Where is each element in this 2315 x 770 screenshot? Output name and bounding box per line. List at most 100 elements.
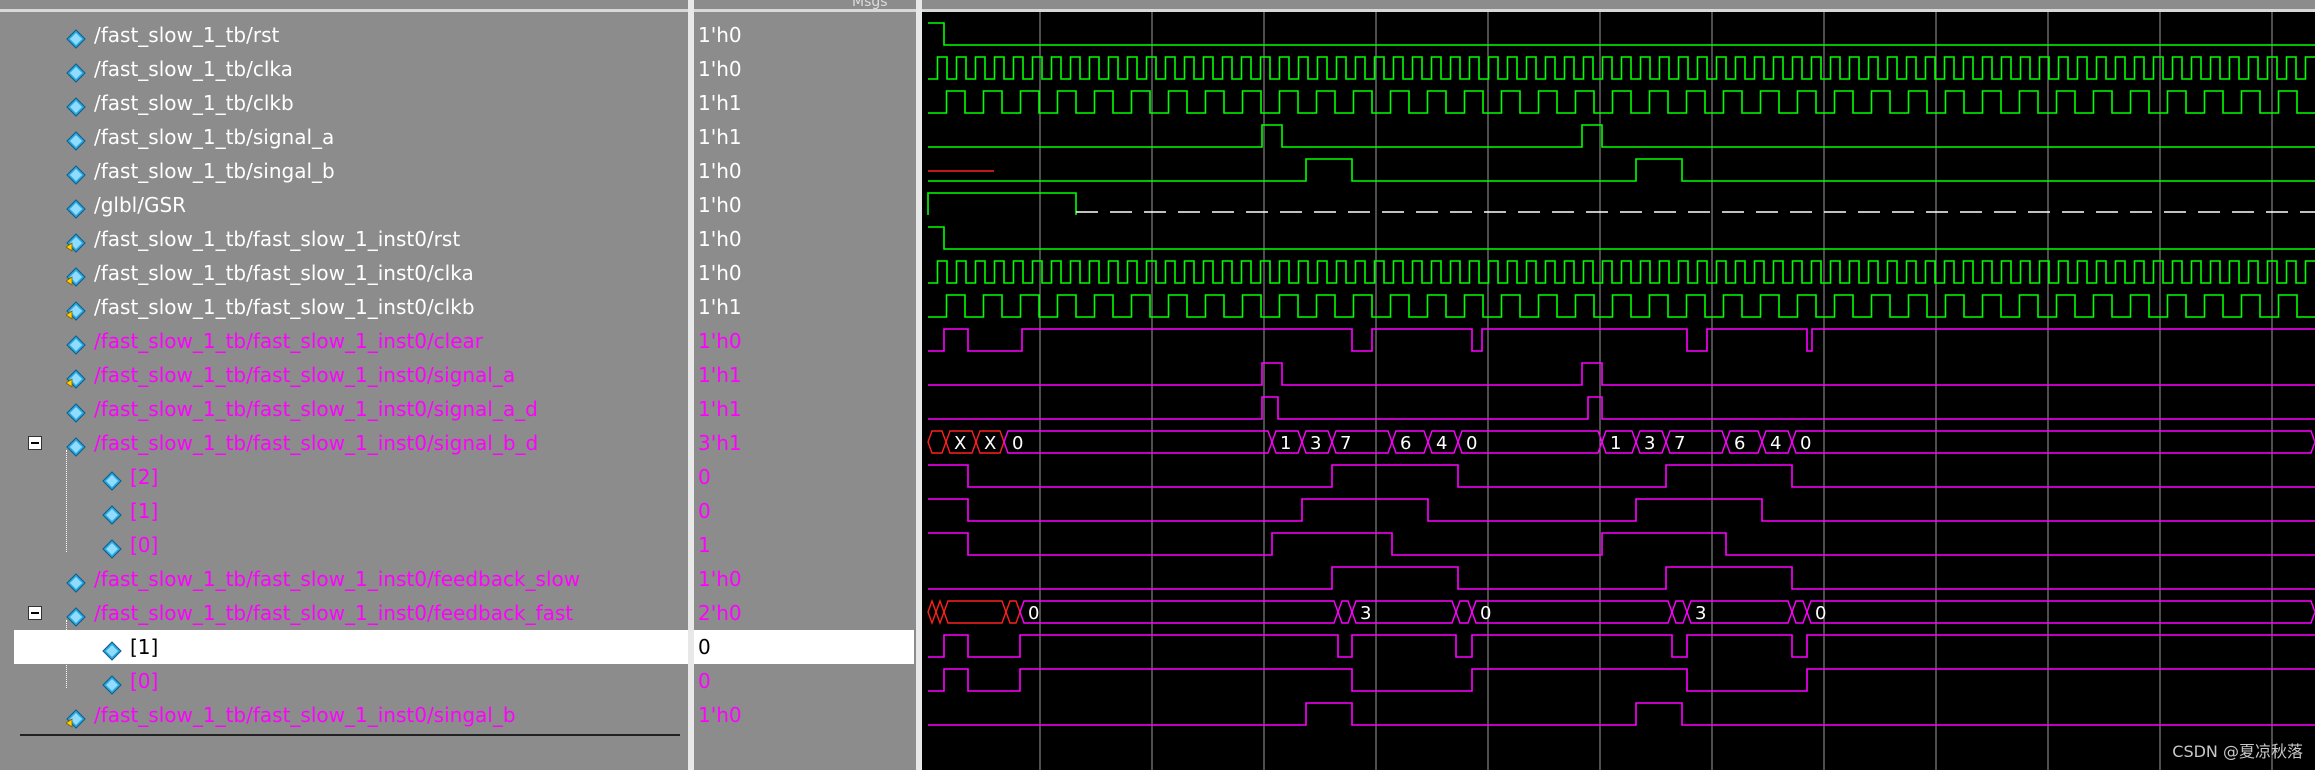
input-signal-icon	[66, 161, 86, 185]
input-signal-icon	[66, 603, 86, 627]
bus-value-label: 0	[1028, 603, 1039, 624]
signal-value: 0	[698, 499, 711, 523]
input-signal-icon	[102, 637, 122, 661]
bus-segment	[1471, 600, 1673, 624]
input-signal-icon	[66, 59, 86, 83]
signal-row[interactable]: /fast_slow_1_tb/fast_slow_1_inst0/clkb	[14, 290, 688, 324]
signal-name-pane[interactable]: /fast_slow_1_tb/rst/fast_slow_1_tb/clka /…	[0, 14, 688, 770]
bus-segment	[943, 600, 1007, 624]
signal-name-label: /fast_slow_1_tb/fast_slow_1_inst0/feedba…	[94, 601, 574, 625]
bus-segment	[935, 598, 945, 626]
signal-value: 1'h0	[698, 261, 742, 285]
signal-row[interactable]: /fast_slow_1_tb/fast_slow_1_inst0/feedba…	[14, 562, 688, 596]
signal-name-label: /fast_slow_1_tb/fast_slow_1_inst0/clear	[94, 329, 484, 353]
signal-value: 1'h0	[698, 329, 742, 353]
clock-waveform	[928, 90, 2315, 114]
clock-waveform	[928, 294, 2315, 318]
bus-value-label: 0	[1480, 603, 1491, 624]
signal-row[interactable]: [0]	[14, 528, 688, 562]
signal-row[interactable]: /fast_slow_1_tb/fast_slow_1_inst0/rst	[14, 222, 688, 256]
signal-value: 1'h1	[698, 91, 742, 115]
signal-value: 1'h1	[698, 295, 742, 319]
signal-name-label: /fast_slow_1_tb/fast_slow_1_inst0/clkb	[94, 295, 475, 319]
bus-value-label: 0	[1815, 603, 1826, 624]
tree-connector	[66, 450, 67, 552]
waveform-pane[interactable]: XX013764013764003030	[922, 12, 2315, 770]
signal-value: 1'h0	[698, 703, 742, 727]
bus-segment	[927, 430, 947, 454]
bus-segment	[927, 598, 937, 626]
signal-row[interactable]: /fast_slow_1_tb/fast_slow_1_inst0/signal…	[14, 358, 688, 392]
signal-waveform	[928, 634, 2315, 658]
bus-value-label: 0	[1012, 433, 1023, 454]
signal-waveform	[928, 464, 2315, 488]
bus-value-label: 6	[1734, 433, 1745, 454]
port-signal-icon	[65, 365, 86, 389]
signal-value: 1'h0	[698, 567, 742, 591]
value-column-header: Msgs	[852, 0, 888, 10]
signal-waveform	[928, 532, 2315, 556]
input-signal-icon	[102, 501, 122, 525]
signal-row[interactable]: [2]	[14, 460, 688, 494]
signal-name-label: /fast_slow_1_tb/fast_slow_1_inst0/signal…	[94, 431, 539, 455]
input-signal-icon	[66, 93, 86, 117]
signal-row[interactable]: /fast_slow_1_tb/clka	[14, 52, 688, 86]
input-signal-icon	[66, 25, 86, 49]
bus-value-label: X	[954, 433, 966, 454]
signal-name-label: /fast_slow_1_tb/clkb	[94, 91, 294, 115]
input-signal-icon	[66, 433, 86, 457]
signal-row[interactable]: /fast_slow_1_tb/fast_slow_1_inst0/feedba…	[14, 596, 688, 630]
signal-row[interactable]: [1]	[14, 494, 688, 528]
signal-waveform	[928, 226, 2315, 250]
signal-name-label: [0]	[130, 669, 159, 693]
signal-row[interactable]: /fast_slow_1_tb/rst	[14, 18, 688, 52]
input-signal-icon	[66, 195, 86, 219]
waveform-canvas[interactable]: X X 0 1 3 7 6 4 0 1 3 7 6 4 00 3 0 3 0	[922, 12, 2315, 770]
signal-row[interactable]: /glbl/GSR	[14, 188, 688, 222]
collapse-toggle-icon[interactable]	[28, 436, 42, 450]
collapse-toggle-icon[interactable]	[28, 606, 42, 620]
signal-row[interactable]: [1]	[14, 630, 688, 664]
signal-row[interactable]: /fast_slow_1_tb/clkb	[14, 86, 688, 120]
signal-row[interactable]: /fast_slow_1_tb/fast_slow_1_inst0/clka	[14, 256, 688, 290]
signal-waveform	[928, 328, 2315, 352]
signal-value-pane[interactable]: 1'h0 1'h0 1'h1 1'h1 1'h0 1'h0 1'h0 1'h0 1'h1 1'h0…	[694, 14, 916, 770]
bus-segment	[1019, 600, 1339, 624]
signal-row[interactable]: /fast_slow_1_tb/signal_a	[14, 120, 688, 154]
signal-name-label: /fast_slow_1_tb/fast_slow_1_inst0/feedba…	[94, 567, 581, 591]
input-signal-icon	[66, 331, 86, 355]
clock-waveform	[928, 260, 2315, 284]
bus-segment	[1003, 430, 1273, 454]
signal-name-label: /fast_slow_1_tb/fast_slow_1_inst0/rst	[94, 227, 461, 251]
bus-value-label: 1	[1610, 433, 1621, 454]
bus-segment	[1791, 600, 1808, 624]
bus-value-label: 0	[1466, 433, 1477, 454]
signal-row[interactable]: [0]	[14, 664, 688, 698]
clock-waveform	[928, 56, 2315, 80]
tree-connector	[66, 620, 67, 688]
signal-waveform	[928, 124, 2315, 148]
signal-name-label: [1]	[130, 499, 159, 523]
signal-row[interactable]: /fast_slow_1_tb/singal_b	[14, 154, 688, 188]
bus-value-label: 7	[1674, 433, 1685, 454]
cursor-line	[20, 734, 680, 736]
signal-name-label: /fast_slow_1_tb/singal_b	[94, 159, 335, 183]
bus-value-label: 3	[1695, 603, 1706, 624]
port-signal-icon	[65, 705, 86, 729]
bus-segment	[1457, 430, 1603, 454]
signal-waveform	[928, 158, 2315, 182]
signal-value: 1'h1	[698, 125, 742, 149]
signal-row[interactable]: /fast_slow_1_tb/fast_slow_1_inst0/clear	[14, 324, 688, 358]
signal-value: 0	[698, 669, 711, 693]
bus-value-label: X	[984, 433, 996, 454]
signal-waveform	[928, 566, 2315, 590]
signal-row[interactable]: /fast_slow_1_tb/fast_slow_1_inst0/signal…	[14, 392, 688, 426]
signal-value: 3'h1	[698, 431, 742, 455]
signal-waveform	[928, 498, 2315, 522]
bus-value-label: 6	[1400, 433, 1411, 454]
bus-segment	[1791, 430, 2315, 454]
signal-row[interactable]: /fast_slow_1_tb/fast_slow_1_inst0/signal…	[14, 426, 688, 460]
bus-value-label: 0	[1800, 433, 1811, 454]
signal-value: 1'h0	[698, 227, 742, 251]
signal-row[interactable]: /fast_slow_1_tb/fast_slow_1_inst0/singal…	[14, 698, 688, 732]
